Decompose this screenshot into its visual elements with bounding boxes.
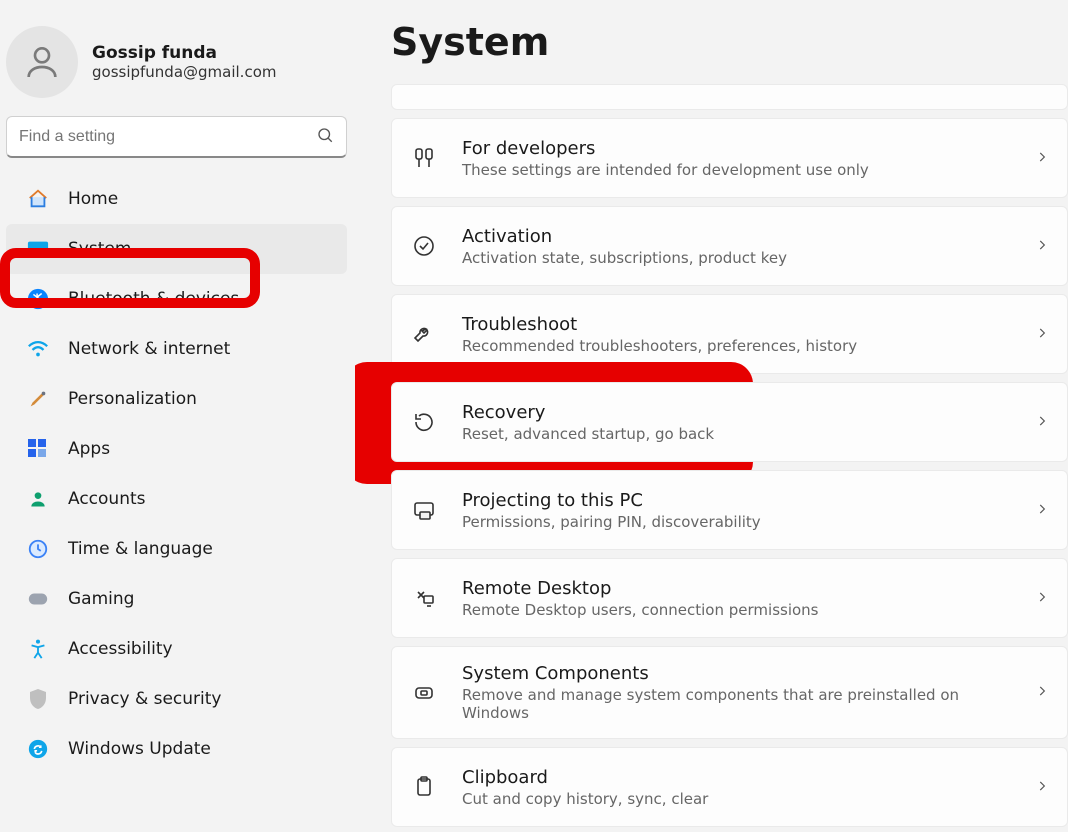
sidebar: Gossip funda gossipfunda@gmail.com Home … bbox=[0, 0, 355, 832]
card-stub-top[interactable] bbox=[391, 84, 1068, 110]
card-activation[interactable]: Activation Activation state, subscriptio… bbox=[391, 206, 1068, 286]
user-email: gossipfunda@gmail.com bbox=[92, 63, 277, 81]
nav-label: Accessibility bbox=[68, 639, 173, 659]
user-name: Gossip funda bbox=[92, 43, 277, 63]
nav-home[interactable]: Home bbox=[6, 174, 347, 224]
nav-accessibility[interactable]: Accessibility bbox=[6, 624, 347, 674]
card-title: Clipboard bbox=[462, 767, 1011, 788]
nav-bluetooth[interactable]: Bluetooth & devices bbox=[6, 274, 347, 324]
dev-icon bbox=[410, 146, 438, 170]
recovery-highlight-wrap: Recovery Reset, advanced startup, go bac… bbox=[391, 382, 1068, 462]
card-system-components[interactable]: System Components Remove and manage syst… bbox=[391, 646, 1068, 739]
chevron-right-icon bbox=[1035, 589, 1049, 608]
card-remote-desktop[interactable]: Remote Desktop Remote Desktop users, con… bbox=[391, 558, 1068, 638]
nav-list: Home System Bluetooth & devices Network … bbox=[0, 174, 355, 774]
card-text: Remote Desktop Remote Desktop users, con… bbox=[462, 578, 1011, 619]
nav-label: System bbox=[68, 239, 131, 259]
apps-icon bbox=[26, 437, 50, 461]
card-projecting[interactable]: Projecting to this PC Permissions, pairi… bbox=[391, 470, 1068, 550]
chevron-right-icon bbox=[1035, 237, 1049, 256]
card-sub: Reset, advanced startup, go back bbox=[462, 425, 1011, 443]
remote-desktop-icon bbox=[410, 586, 438, 610]
card-title: Activation bbox=[462, 226, 1011, 247]
accessibility-icon bbox=[26, 637, 50, 661]
nav-label: Windows Update bbox=[68, 739, 211, 759]
card-title: Recovery bbox=[462, 402, 1011, 423]
card-text: Clipboard Cut and copy history, sync, cl… bbox=[462, 767, 1011, 808]
nav-label: Network & internet bbox=[68, 339, 230, 359]
gamepad-icon bbox=[26, 587, 50, 611]
wifi-icon bbox=[26, 337, 50, 361]
settings-cards: For developers These settings are intend… bbox=[391, 84, 1068, 827]
card-title: System Components bbox=[462, 663, 1011, 684]
nav-label: Gaming bbox=[68, 589, 134, 609]
recovery-icon bbox=[410, 410, 438, 434]
chevron-right-icon bbox=[1035, 683, 1049, 702]
card-recovery[interactable]: Recovery Reset, advanced startup, go bac… bbox=[391, 382, 1068, 462]
nav-accounts[interactable]: Accounts bbox=[6, 474, 347, 524]
search-box[interactable] bbox=[6, 116, 347, 158]
card-title: Troubleshoot bbox=[462, 314, 1011, 335]
card-sub: These settings are intended for developm… bbox=[462, 161, 1011, 179]
system-icon bbox=[26, 237, 50, 261]
nav-time-language[interactable]: Time & language bbox=[6, 524, 347, 574]
nav-label: Bluetooth & devices bbox=[68, 289, 239, 309]
card-text: For developers These settings are intend… bbox=[462, 138, 1011, 179]
card-sub: Permissions, pairing PIN, discoverabilit… bbox=[462, 513, 1011, 531]
chevron-right-icon bbox=[1035, 413, 1049, 432]
main-content: System For developers These settings are… bbox=[355, 0, 1068, 832]
nav-personalization[interactable]: Personalization bbox=[6, 374, 347, 424]
nav-label: Privacy & security bbox=[68, 689, 222, 709]
card-for-developers[interactable]: For developers These settings are intend… bbox=[391, 118, 1068, 198]
home-icon bbox=[26, 187, 50, 211]
card-text: Recovery Reset, advanced startup, go bac… bbox=[462, 402, 1011, 443]
card-sub: Remove and manage system components that… bbox=[462, 686, 1011, 722]
card-text: System Components Remove and manage syst… bbox=[462, 663, 1011, 722]
chevron-right-icon bbox=[1035, 778, 1049, 797]
wrench-icon bbox=[410, 322, 438, 346]
card-title: Projecting to this PC bbox=[462, 490, 1011, 511]
card-text: Troubleshoot Recommended troubleshooters… bbox=[462, 314, 1011, 355]
person-icon bbox=[26, 487, 50, 511]
nav-network[interactable]: Network & internet bbox=[6, 324, 347, 374]
card-title: For developers bbox=[462, 138, 1011, 159]
nav-label: Apps bbox=[68, 439, 110, 459]
search-wrap bbox=[0, 108, 355, 174]
nav-apps[interactable]: Apps bbox=[6, 424, 347, 474]
card-text: Projecting to this PC Permissions, pairi… bbox=[462, 490, 1011, 531]
chevron-right-icon bbox=[1035, 501, 1049, 520]
card-sub: Activation state, subscriptions, product… bbox=[462, 249, 1011, 267]
brush-icon bbox=[26, 387, 50, 411]
search-input[interactable] bbox=[19, 128, 316, 146]
card-sub: Cut and copy history, sync, clear bbox=[462, 790, 1011, 808]
nav-privacy[interactable]: Privacy & security bbox=[6, 674, 347, 724]
chevron-right-icon bbox=[1035, 149, 1049, 168]
nav-system[interactable]: System bbox=[6, 224, 347, 274]
cast-icon bbox=[410, 498, 438, 522]
card-title: Remote Desktop bbox=[462, 578, 1011, 599]
clock-globe-icon bbox=[26, 537, 50, 561]
card-sub: Recommended troubleshooters, preferences… bbox=[462, 337, 1011, 355]
card-sub: Remote Desktop users, connection permiss… bbox=[462, 601, 1011, 619]
shield-icon bbox=[26, 687, 50, 711]
search-icon bbox=[316, 126, 334, 148]
chevron-right-icon bbox=[1035, 325, 1049, 344]
card-text: Activation Activation state, subscriptio… bbox=[462, 226, 1011, 267]
nav-label: Home bbox=[68, 189, 118, 209]
nav-windows-update[interactable]: Windows Update bbox=[6, 724, 347, 774]
page-title: System bbox=[391, 20, 1068, 64]
bluetooth-icon bbox=[26, 287, 50, 311]
components-icon bbox=[410, 681, 438, 705]
user-text: Gossip funda gossipfunda@gmail.com bbox=[92, 43, 277, 81]
clipboard-icon bbox=[410, 775, 438, 799]
user-account-block[interactable]: Gossip funda gossipfunda@gmail.com bbox=[0, 8, 355, 108]
avatar bbox=[6, 26, 78, 98]
card-clipboard[interactable]: Clipboard Cut and copy history, sync, cl… bbox=[391, 747, 1068, 827]
nav-label: Time & language bbox=[68, 539, 213, 559]
nav-gaming[interactable]: Gaming bbox=[6, 574, 347, 624]
nav-label: Accounts bbox=[68, 489, 146, 509]
nav-label: Personalization bbox=[68, 389, 197, 409]
check-circle-icon bbox=[410, 234, 438, 258]
update-icon bbox=[26, 737, 50, 761]
